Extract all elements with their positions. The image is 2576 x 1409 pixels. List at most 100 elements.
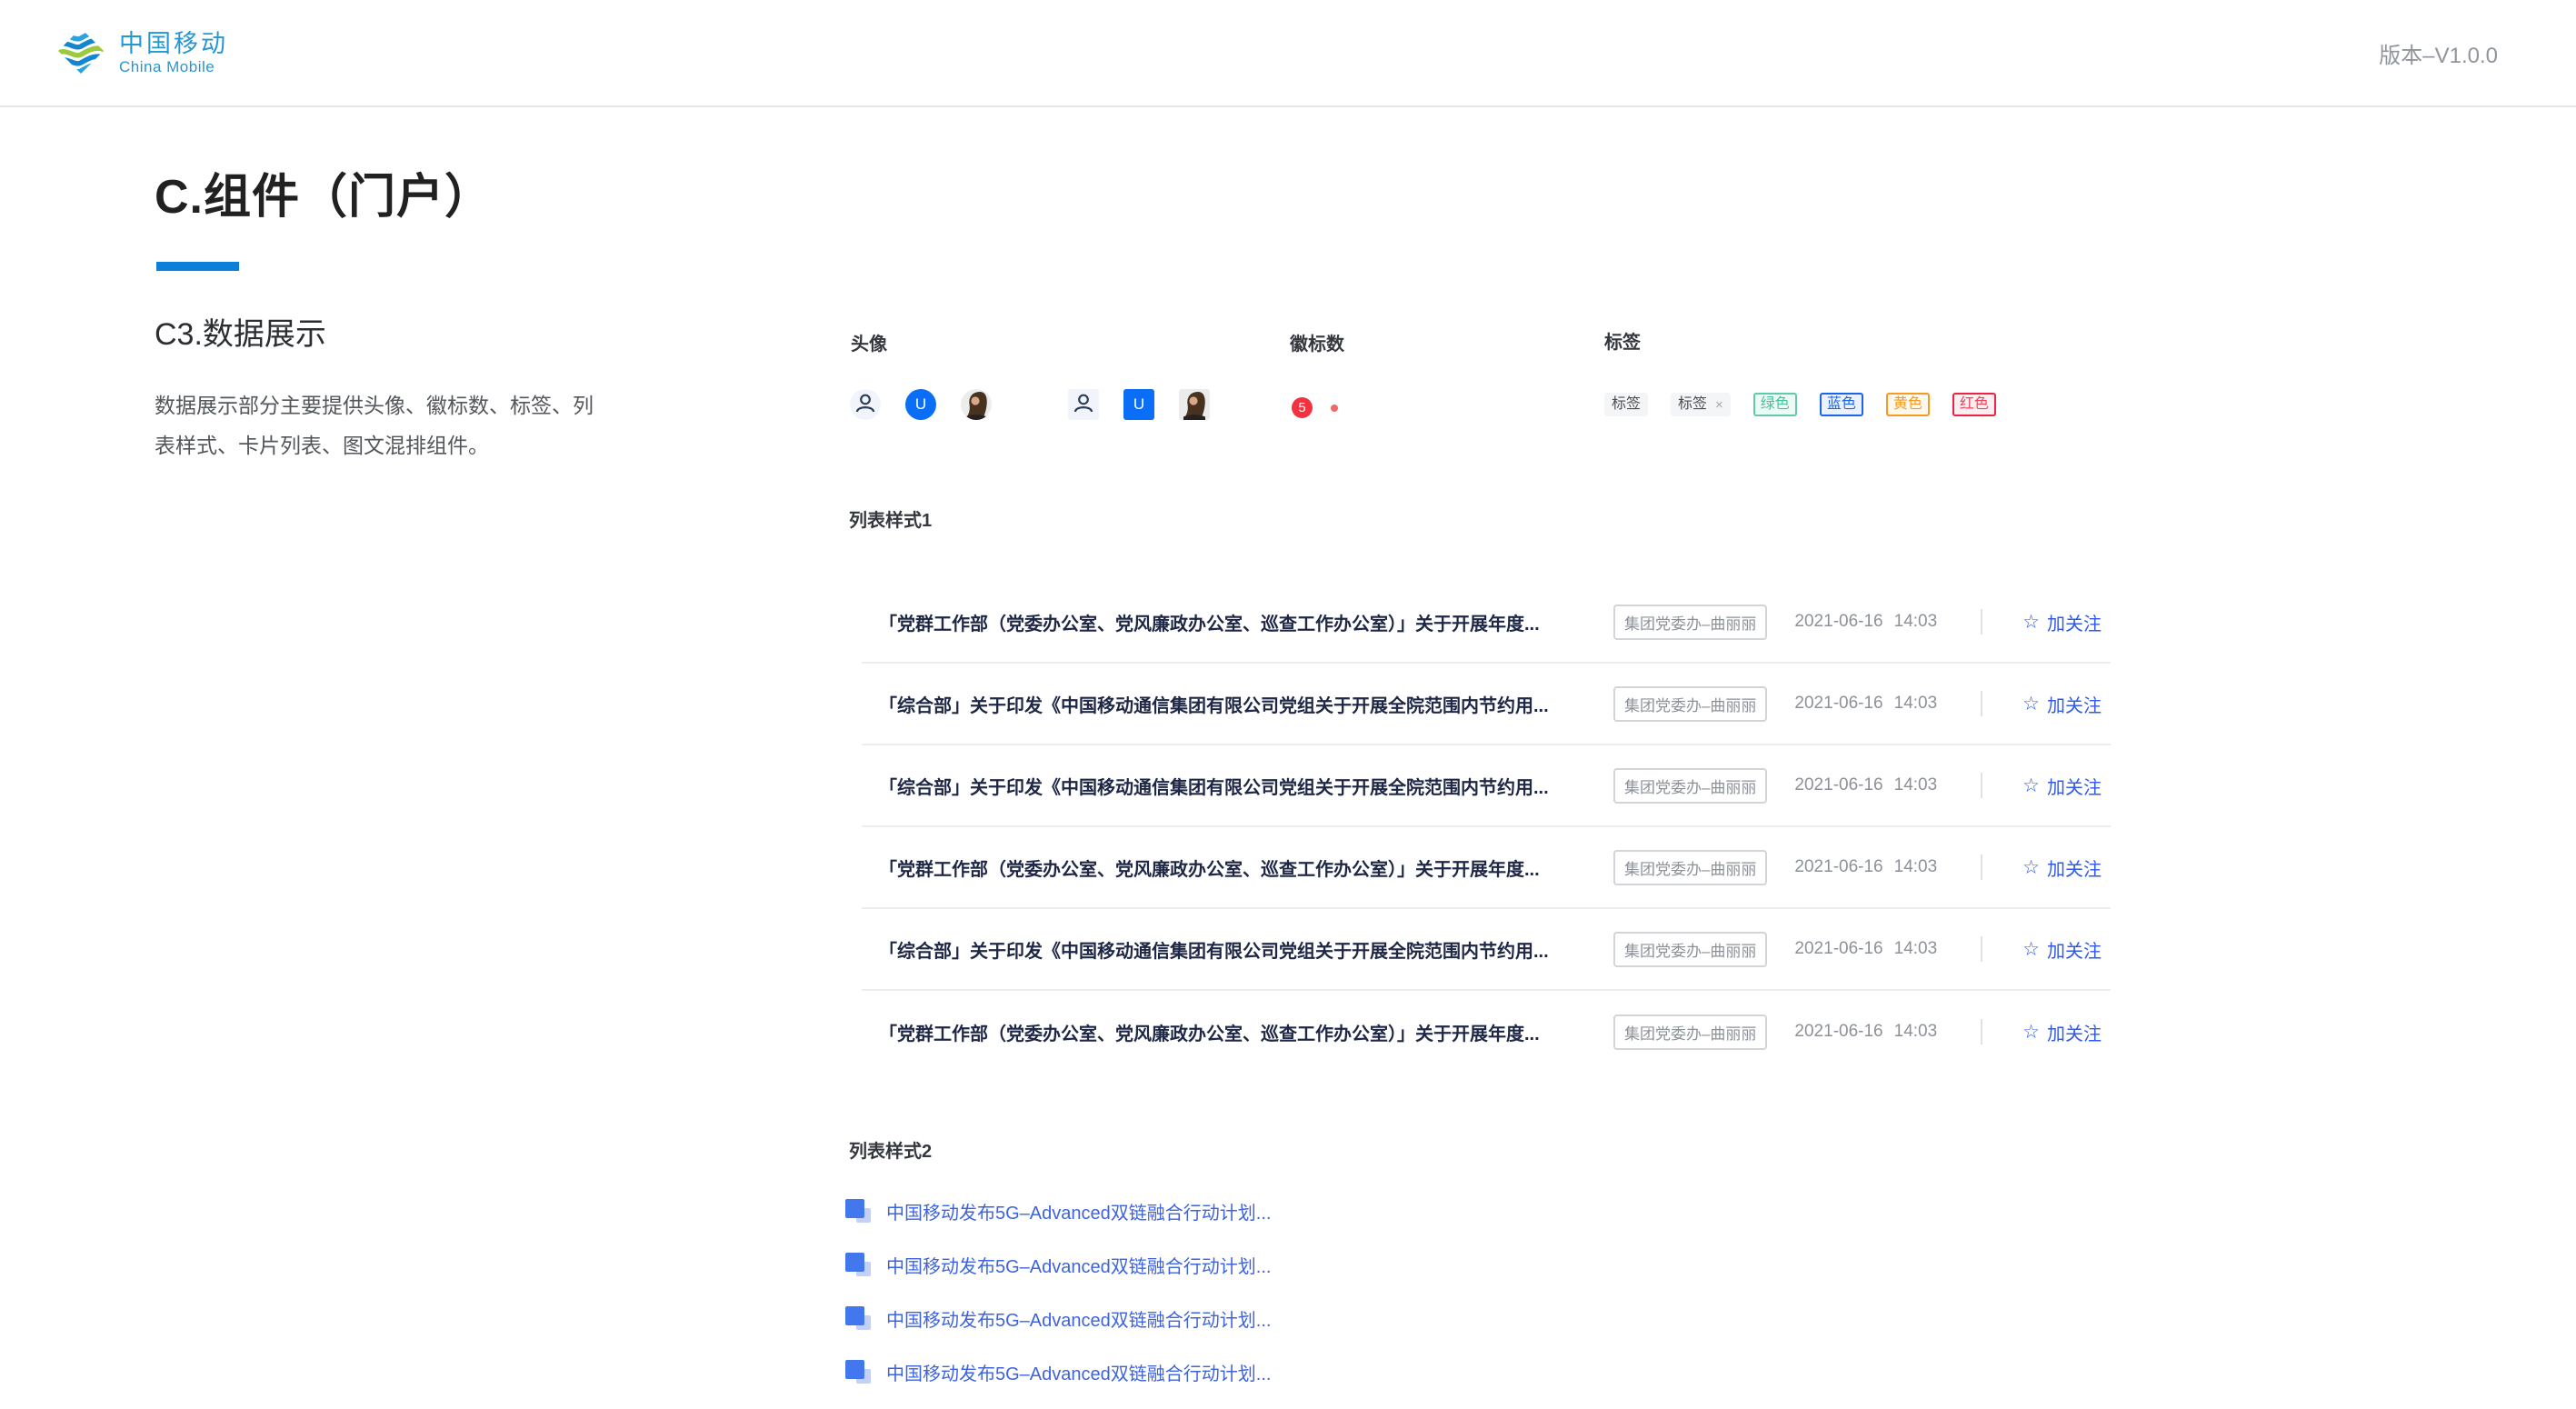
star-icon: ☆ — [2022, 613, 2040, 632]
table-row: 「党群工作部（党委办公室、党风廉政办公室、巡查工作办公室）」关于开展年度... … — [862, 582, 2111, 664]
woman-photo-icon — [961, 389, 992, 420]
tag-orange: 黄色 — [1886, 393, 1930, 416]
department-tag: 集团党委办–曲丽丽 — [1613, 686, 1767, 722]
publish-time: 14:03 — [1894, 1022, 1938, 1041]
tag-plain: 标签 — [1604, 393, 1648, 416]
document-icon — [845, 1197, 873, 1224]
star-icon: ☆ — [2022, 858, 2040, 877]
list-item[interactable]: 中国移动发布5G–Advanced双链融合行动计划... — [845, 1194, 1271, 1227]
list1-demo-label: 列表样式1 — [849, 505, 932, 532]
news-list: 「党群工作部（党委办公室、党风廉政办公室、巡查工作办公室）」关于开展年度... … — [862, 582, 2111, 1073]
tag-label: 标签 — [1678, 397, 1707, 412]
department-tag: 集团党委办–曲丽丽 — [1613, 932, 1767, 967]
publish-datetime: 2021-06-16 14:03 — [1794, 857, 1937, 877]
news-title-link[interactable]: 「综合部」关于印发《中国移动通信集团有限公司党组关于开展全院范围内节约用... — [879, 691, 1613, 717]
table-row: 「综合部」关于印发《中国移动通信集团有限公司党组关于开展全院范围内节约用... … — [862, 745, 2111, 827]
publish-date: 2021-06-16 — [1794, 612, 1882, 631]
avatar-placeholder-circle — [850, 389, 881, 420]
vertical-divider — [1981, 691, 1982, 716]
china-mobile-logo: 中国移动 China Mobile — [56, 26, 228, 80]
tag-demo-label: 标签 — [1604, 327, 1641, 354]
publish-time: 14:03 — [1894, 694, 1938, 713]
news-title-link[interactable]: 「党群工作部（党委办公室、党风廉政办公室、巡查工作办公室）」关于开展年度... — [879, 854, 1613, 881]
vertical-divider — [1981, 773, 1982, 798]
tag-label: 绿色 — [1761, 397, 1790, 412]
article-link[interactable]: 中国移动发布5G–Advanced双链融合行动计划... — [886, 1198, 1271, 1224]
vertical-divider — [1981, 854, 1982, 880]
avatar-initial-square: U — [1123, 389, 1154, 420]
star-icon: ☆ — [2022, 776, 2040, 795]
close-icon[interactable]: × — [1715, 398, 1723, 412]
logo-text-en: China Mobile — [119, 58, 228, 76]
publish-date: 2021-06-16 — [1794, 694, 1882, 713]
logo-text-cn: 中国移动 — [119, 30, 228, 58]
woman-photo-icon — [1179, 389, 1210, 420]
avatar-initial-text: U — [1133, 395, 1144, 414]
title-accent-bar — [156, 262, 239, 271]
news-title-link[interactable]: 「综合部」关于印发《中国移动通信集团有限公司党组关于开展全院范围内节约用... — [879, 773, 1613, 799]
badge-dot — [1331, 405, 1338, 412]
follow-button[interactable]: ☆ 加关注 — [2022, 854, 2102, 881]
link-list: 中国移动发布5G–Advanced双链融合行动计划... 中国移动发布5G–Ad… — [845, 1194, 1271, 1409]
table-row: 「综合部」关于印发《中国移动通信集团有限公司党组关于开展全院范围内节约用... … — [862, 664, 2111, 745]
document-icon — [845, 1304, 873, 1332]
tag-green: 绿色 — [1753, 393, 1797, 416]
list-item[interactable]: 中国移动发布5G–Advanced双链融合行动计划... — [845, 1248, 1271, 1281]
document-icon — [845, 1251, 873, 1278]
tag-red: 红色 — [1952, 393, 1996, 416]
badge-demo-label: 徽标数 — [1290, 329, 1344, 355]
badge-count: 5 — [1292, 397, 1313, 418]
news-title-link[interactable]: 「党群工作部（党委办公室、党风廉政办公室、巡查工作办公室）」关于开展年度... — [879, 1019, 1613, 1045]
vertical-divider — [1981, 609, 1982, 635]
department-tag: 集团党委办–曲丽丽 — [1613, 768, 1767, 804]
publish-datetime: 2021-06-16 14:03 — [1794, 612, 1937, 632]
star-icon: ☆ — [2022, 940, 2040, 959]
publish-date: 2021-06-16 — [1794, 857, 1882, 876]
publish-time: 14:03 — [1894, 857, 1938, 876]
page-title: C.组件（门户） — [155, 169, 493, 225]
follow-button[interactable]: ☆加关注 — [2022, 609, 2102, 635]
publish-date: 2021-06-16 — [1794, 939, 1882, 958]
follow-label: 加关注 — [2047, 854, 2102, 881]
list-item[interactable]: 中国移动发布5G–Advanced双链融合行动计划... — [845, 1302, 1271, 1334]
list-item[interactable]: 中国移动发布5G–Advanced双链融合行动计划... — [845, 1355, 1271, 1388]
tag-blue: 蓝色 — [1820, 393, 1863, 416]
document-icon — [845, 1358, 873, 1385]
follow-label: 加关注 — [2047, 773, 2102, 799]
article-link[interactable]: 中国移动发布5G–Advanced双链融合行动计划... — [886, 1359, 1271, 1385]
publish-time: 14:03 — [1894, 612, 1938, 631]
follow-button[interactable]: ☆加关注 — [2022, 1019, 2102, 1045]
star-icon: ☆ — [2022, 1023, 2040, 1042]
china-mobile-logo-icon — [56, 26, 105, 80]
news-title-link[interactable]: 「党群工作部（党委办公室、党风廉政办公室、巡查工作办公室）」关于开展年度... — [879, 609, 1613, 635]
publish-datetime: 2021-06-16 14:03 — [1794, 1022, 1937, 1042]
table-row: 「综合部」关于印发《中国移动通信集团有限公司党组关于开展全院范围内节约用... … — [862, 909, 2111, 991]
follow-button[interactable]: ☆ 加关注 — [2022, 773, 2102, 799]
tag-label: 黄色 — [1893, 397, 1922, 412]
tag-label: 蓝色 — [1827, 397, 1856, 412]
vertical-divider — [1981, 936, 1982, 962]
star-icon: ☆ — [2022, 695, 2040, 714]
header: 中国移动 China Mobile 版本–V1.0.0 — [0, 0, 2576, 107]
tag-row: 标签 标签 × 绿色 蓝色 黄色 红色 — [1604, 390, 1996, 419]
list2-demo-label: 列表样式2 — [849, 1136, 932, 1163]
tag-label: 标签 — [1612, 397, 1641, 412]
publish-datetime: 2021-06-16 14:03 — [1794, 939, 1937, 959]
tag-closable: 标签 × — [1671, 393, 1731, 416]
user-icon — [850, 389, 881, 420]
news-title-link[interactable]: 「综合部」关于印发《中国移动通信集团有限公司党组关于开展全院范围内节约用... — [879, 936, 1613, 963]
follow-button[interactable]: ☆加关注 — [2022, 691, 2102, 717]
follow-button[interactable]: ☆加关注 — [2022, 936, 2102, 963]
publish-datetime: 2021-06-16 14:03 — [1794, 694, 1937, 714]
article-link[interactable]: 中国移动发布5G–Advanced双链融合行动计划... — [886, 1305, 1271, 1332]
avatar-row: U U — [850, 389, 1234, 420]
user-icon — [1068, 389, 1099, 420]
avatar-placeholder-square — [1068, 389, 1099, 420]
article-link[interactable]: 中国移动发布5G–Advanced双链融合行动计划... — [886, 1252, 1271, 1278]
avatar-photo-square — [1179, 389, 1210, 420]
publish-time: 14:03 — [1894, 939, 1938, 958]
publish-date: 2021-06-16 — [1794, 775, 1882, 794]
publish-datetime: 2021-06-1614:03 — [1794, 775, 1937, 795]
publish-date: 2021-06-16 — [1794, 1022, 1882, 1041]
table-row: 「党群工作部（党委办公室、党风廉政办公室、巡查工作办公室）」关于开展年度... … — [862, 991, 2111, 1073]
